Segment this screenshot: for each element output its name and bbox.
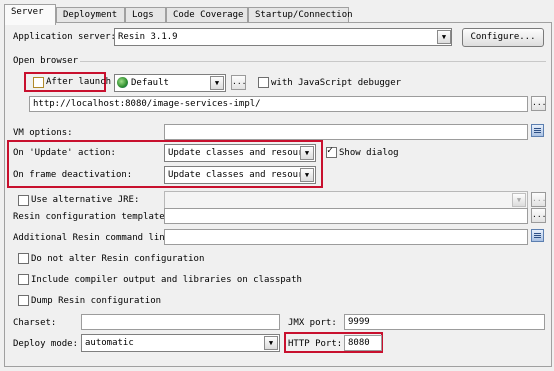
chevron-down-icon[interactable]: ▼ — [264, 336, 278, 350]
vm-options-input[interactable] — [164, 124, 528, 140]
alt-jre-checkbox[interactable] — [18, 195, 29, 206]
url-input[interactable]: http://localhost:8080/image-services-imp… — [29, 96, 528, 112]
js-debugger-checkbox[interactable] — [258, 77, 269, 88]
chevron-down-icon[interactable]: ▼ — [437, 30, 451, 44]
app-server-value: Resin 3.1.9 — [118, 32, 178, 42]
js-debugger-label: with JavaScript debugger — [271, 78, 402, 88]
http-port-value: 8080 — [348, 338, 370, 348]
resin-config-template-label: Resin configuration template: — [13, 212, 171, 222]
after-launch-checkbox[interactable] — [33, 77, 44, 88]
update-action-value: Update classes and resources — [168, 148, 316, 158]
tab-label: Deployment — [63, 10, 118, 20]
resin-config-template-input[interactable] — [164, 208, 528, 224]
update-action-select[interactable]: Update classes and resources — [164, 144, 316, 162]
browser-value: Default — [131, 78, 169, 88]
resin-config-browse-button[interactable]: ... — [531, 208, 546, 223]
tab-label: Startup/Connection — [255, 10, 353, 20]
app-server-label: Application server: — [13, 32, 116, 42]
chrome-icon — [117, 77, 128, 88]
frame-deactivation-select[interactable]: Update classes and resources — [164, 166, 316, 184]
tab-server[interactable]: Server — [4, 4, 56, 25]
vm-options-label: VM options: — [13, 128, 73, 138]
dump-config-checkbox[interactable] — [18, 295, 29, 306]
alt-jre-label: Use alternative JRE: — [31, 195, 140, 205]
frame-deactivation-value: Update classes and resources — [168, 170, 316, 180]
browser-browse-button[interactable]: ... — [231, 75, 246, 90]
tab-label: Code Coverage — [173, 10, 244, 20]
deploy-mode-label: Deploy mode: — [13, 339, 79, 349]
alt-jre-browse-button[interactable]: ... — [531, 192, 546, 207]
jmx-port-value: 9999 — [348, 317, 370, 327]
deploy-mode-value: automatic — [85, 338, 134, 348]
section-divider — [80, 61, 546, 62]
do-not-alter-checkbox[interactable] — [18, 253, 29, 264]
frame-deactivation-label: On frame deactivation: — [13, 170, 133, 180]
http-port-input[interactable]: 8080 — [344, 335, 382, 351]
additional-cmd-label: Additional Resin command line: — [13, 233, 176, 243]
alt-jre-select[interactable] — [164, 191, 528, 209]
chevron-down-icon[interactable]: ▼ — [512, 193, 526, 207]
chevron-down-icon[interactable]: ▼ — [300, 168, 314, 182]
show-dialog-label: Show dialog — [339, 148, 399, 158]
expand-editor-icon[interactable] — [531, 229, 544, 242]
http-port-label: HTTP Port: — [288, 339, 343, 349]
configure-button[interactable]: Configure... — [462, 28, 544, 47]
include-compiler-output-checkbox[interactable] — [18, 274, 29, 285]
tab-label: Server — [11, 7, 44, 17]
url-browse-button[interactable]: ... — [531, 96, 546, 111]
expand-editor-icon[interactable] — [531, 124, 544, 137]
include-compiler-output-label: Include compiler output and libraries on… — [31, 275, 302, 285]
open-browser-label: Open browser — [13, 56, 79, 66]
charset-label: Charset: — [13, 318, 57, 328]
after-launch-label: After launch — [46, 77, 112, 87]
jmx-port-input[interactable]: 9999 — [344, 314, 545, 330]
do-not-alter-label: Do not alter Resin configuration — [31, 254, 205, 264]
chevron-down-icon[interactable]: ▼ — [300, 146, 314, 160]
show-dialog-checkbox[interactable] — [326, 145, 337, 158]
additional-cmd-input[interactable] — [164, 229, 528, 245]
dump-config-label: Dump Resin configuration — [31, 296, 162, 306]
tab-label: Logs — [132, 10, 154, 20]
url-value: http://localhost:8080/image-services-imp… — [33, 99, 261, 109]
update-action-label: On 'Update' action: — [13, 148, 116, 158]
deploy-mode-select[interactable]: automatic — [81, 334, 280, 352]
charset-input[interactable] — [81, 314, 280, 330]
app-server-select[interactable]: Resin 3.1.9 — [114, 28, 452, 46]
jmx-port-label: JMX port: — [288, 318, 337, 328]
chevron-down-icon[interactable]: ▼ — [210, 76, 224, 90]
